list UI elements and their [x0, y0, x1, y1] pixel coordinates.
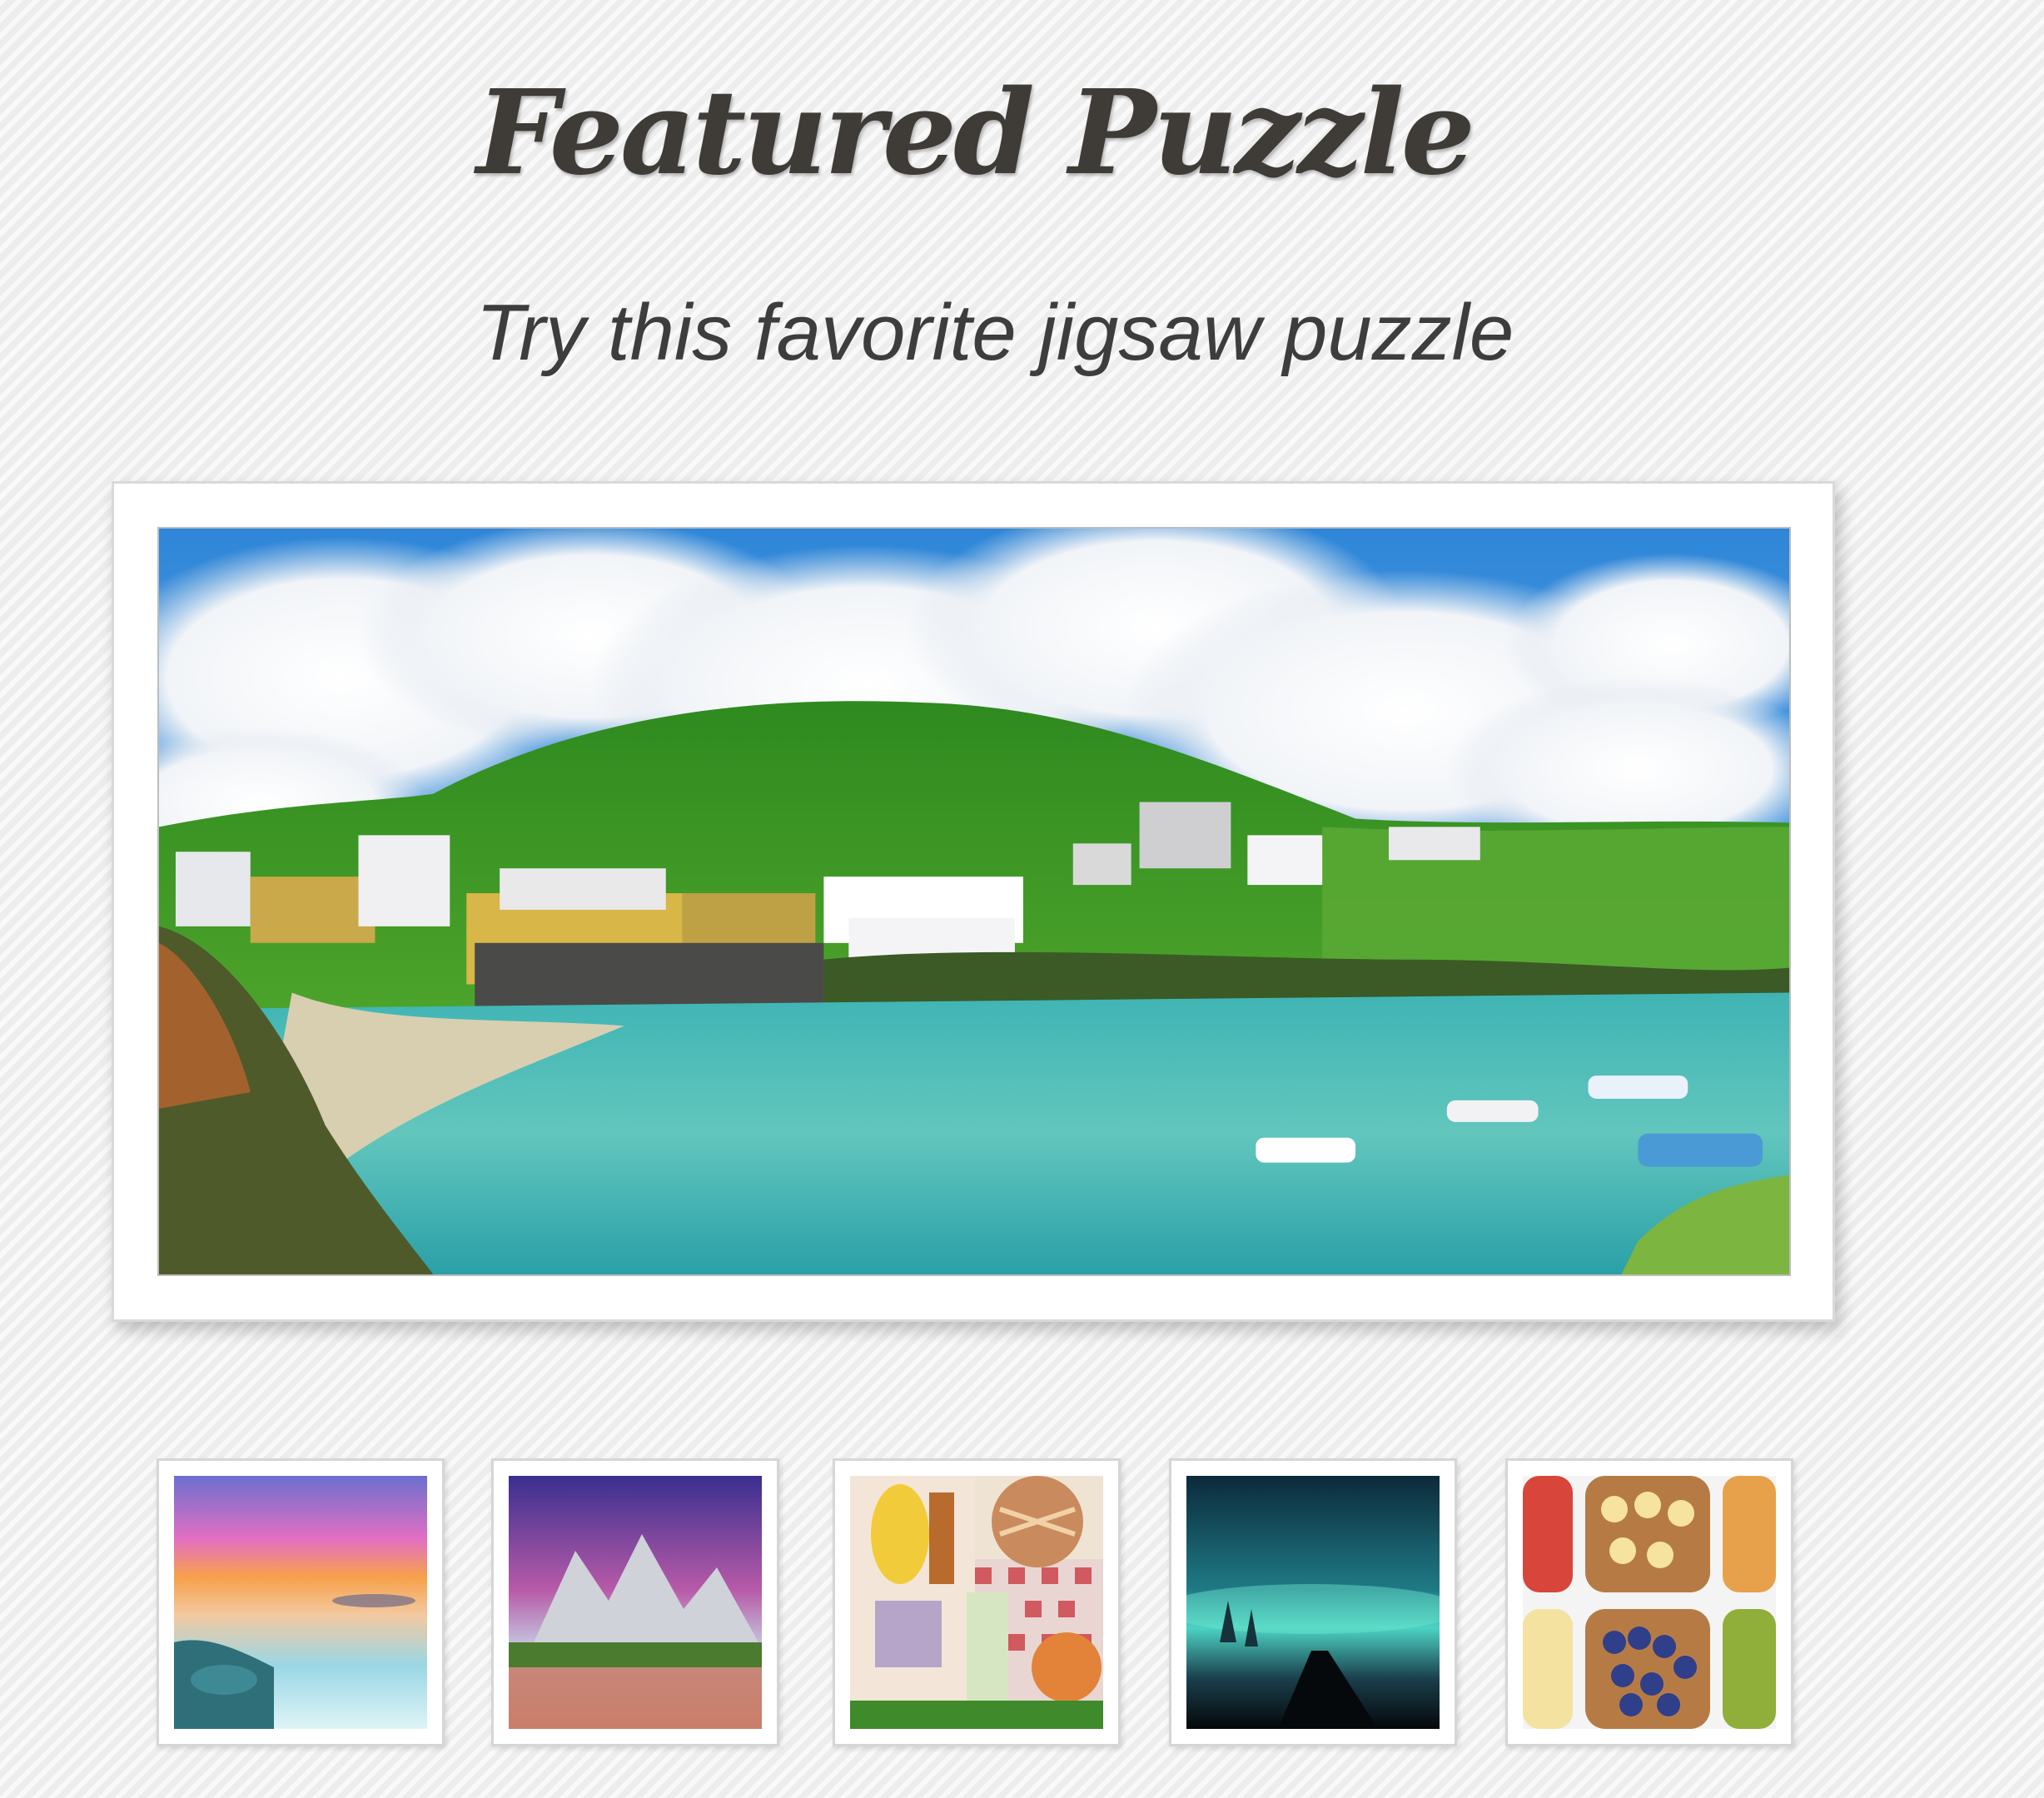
- thumbnail-image: [850, 1476, 1103, 1729]
- thumbnail-image: [509, 1476, 762, 1729]
- page-title: Featured Puzzle: [476, 65, 1475, 201]
- mountain-lake-picture: [509, 1476, 762, 1729]
- page-subtitle: Try this favorite jigsaw puzzle: [475, 288, 1514, 377]
- sunset-beach-picture: [174, 1476, 427, 1729]
- thumbnail-puzzle[interactable]: [1169, 1458, 1457, 1746]
- thumbnail-image: [1186, 1476, 1440, 1729]
- thumbnail-image: [174, 1476, 427, 1729]
- northern-lights-picture: [1186, 1476, 1440, 1729]
- featured-puzzle-image[interactable]: [157, 527, 1791, 1276]
- thumbnail-puzzle[interactable]: [491, 1458, 779, 1746]
- toast-toppings-picture: [1523, 1476, 1776, 1729]
- harbor-village-picture: [159, 529, 1789, 1274]
- featured-puzzle-card[interactable]: [112, 481, 1835, 1322]
- thumbnail-puzzle[interactable]: [157, 1458, 445, 1746]
- picnic-food-picture: [850, 1476, 1103, 1729]
- thumbnail-puzzle[interactable]: [1505, 1458, 1793, 1746]
- thumbnail-image: [1523, 1476, 1776, 1729]
- thumbnail-puzzle[interactable]: [833, 1458, 1121, 1746]
